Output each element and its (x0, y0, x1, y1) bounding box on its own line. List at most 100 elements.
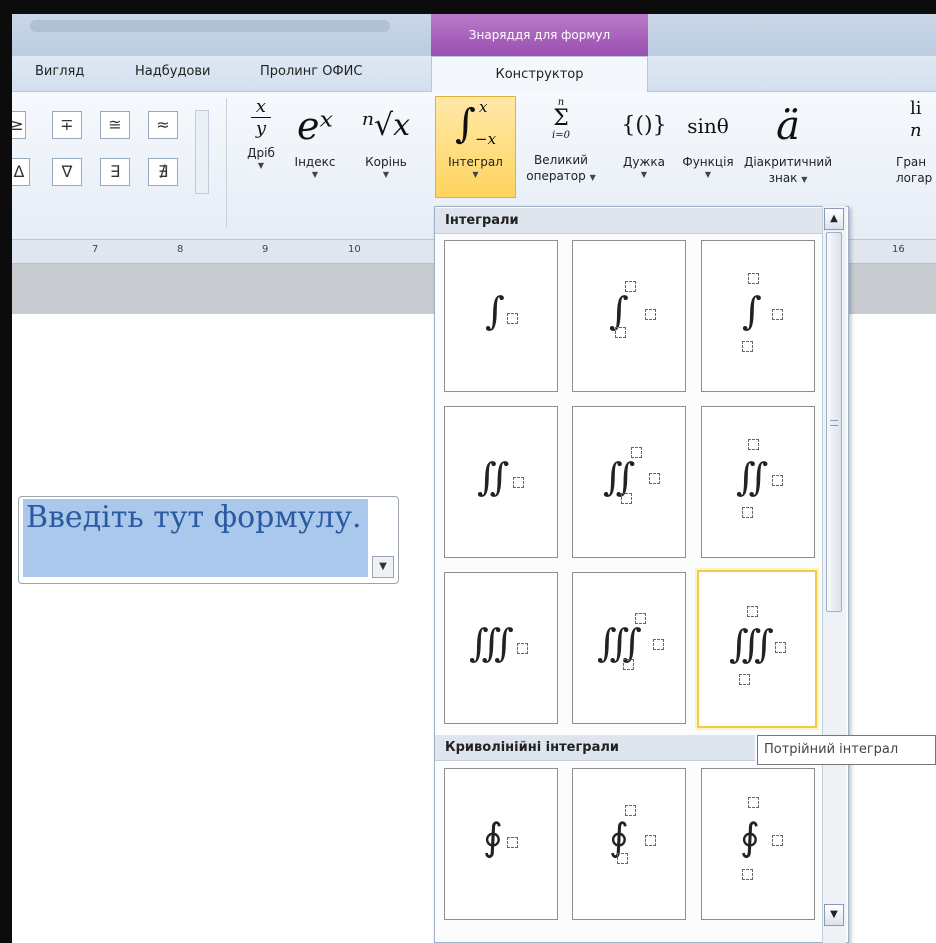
placeholder-box (645, 309, 656, 320)
gallery-item-double-integral-limits[interactable]: ∬ (701, 406, 815, 558)
tab-view[interactable]: Вигляд (35, 64, 84, 79)
gallery-section-contour-integrals: Криволінійні інтеграли (435, 735, 755, 761)
integral-glyph: ∫ (455, 101, 476, 147)
placeholder-box (742, 341, 753, 352)
placeholder-box (742, 869, 753, 880)
symbol-nabla[interactable]: ∇ (52, 158, 82, 186)
limit-log-button[interactable]: li n Гран логар (896, 98, 936, 186)
symbol-not-exists[interactable]: ∄ (148, 158, 178, 186)
large-operator-label: Великий (534, 153, 588, 167)
gallery-section-integrals: Інтеграли (435, 208, 822, 234)
gallery-item-double-integral-subsup[interactable]: ∬ (572, 406, 686, 558)
placeholder-box (742, 507, 753, 518)
placeholder-box (623, 659, 634, 670)
fraction-denominator: y (255, 118, 267, 139)
placeholder-box (507, 313, 518, 324)
gallery-item-contour-integral-subsup[interactable]: ∮ (572, 768, 686, 920)
gallery-item-integral[interactable]: ∫ (444, 240, 558, 392)
chevron-down-icon: ▼ (311, 170, 319, 179)
blurred-title (30, 20, 390, 32)
tab-addins[interactable]: Надбудови (135, 64, 211, 79)
accent-label2: знак ▼ (740, 170, 836, 188)
screen-edge-left (0, 0, 12, 943)
double-integral-sign-icon: ∬ (477, 455, 510, 499)
fraction-label: Дріб (247, 146, 275, 160)
placeholder-box (772, 475, 783, 486)
placeholder-box (748, 797, 759, 808)
symbol-minus-plus[interactable]: ∓ (52, 111, 82, 139)
equation-placeholder[interactable]: Введіть тут формулу. (26, 498, 362, 538)
gallery-item-triple-integral-limits[interactable]: ∭ (697, 570, 817, 728)
function-button[interactable]: sinθ Функція ▼ (676, 98, 740, 179)
placeholder-box (775, 642, 786, 653)
integral-sign-icon: ∫ (485, 289, 505, 333)
limit-glyph: li (910, 98, 922, 119)
gallery-item-integral-limits[interactable]: ∫ (701, 240, 815, 392)
radical-glyph: ⁿ√x (361, 108, 411, 143)
placeholder-box (615, 327, 626, 338)
symbol-approx[interactable]: ≈ (148, 111, 178, 139)
placeholder-box (739, 674, 750, 685)
integral-button[interactable]: ∫ x −x Інтеграл ▼ (435, 98, 516, 179)
integral-glyph-group: ∫ x −x (435, 98, 516, 154)
chevron-down-icon: ▼ (589, 173, 596, 182)
context-tab-equation-tools: Знаряддя для формул (431, 14, 648, 56)
script-glyph: eˣ (297, 104, 333, 148)
function-label: Функція (682, 155, 734, 169)
accent-glyph: ä (776, 103, 800, 149)
gallery-item-triple-integral[interactable]: ∭ (444, 572, 558, 724)
radical-label: Корінь (365, 155, 407, 169)
placeholder-box (517, 643, 528, 654)
placeholder-box (772, 835, 783, 846)
placeholder-box (513, 477, 524, 488)
placeholder-box (748, 273, 759, 284)
screen-edge-top (0, 0, 936, 14)
double-integral-sign-icon: ∬ (736, 455, 769, 499)
gallery-item-contour-integral[interactable]: ∮ (444, 768, 558, 920)
accent-button[interactable]: ä Діакритичний знак ▼ (740, 98, 836, 188)
integral-upper: x (479, 98, 488, 116)
placeholder-box (772, 309, 783, 320)
tab-proling[interactable]: Пролинг ОФИС (260, 64, 362, 79)
equation-options-button[interactable]: ▼ (372, 556, 394, 578)
integral-sign-icon: ∫ (742, 289, 762, 333)
chevron-down-icon: ▼ (472, 170, 479, 179)
gallery-item-triple-integral-subsup[interactable]: ∭ (572, 572, 686, 724)
bracket-button[interactable]: {()} Дужка ▼ (614, 98, 674, 179)
large-operator-label2: оператор ▼ (518, 168, 604, 186)
gallery-item-integral-subsup[interactable]: ∫ (572, 240, 686, 392)
gallery-item-contour-integral-limits[interactable]: ∮ (701, 768, 815, 920)
scroll-down-arrow-icon[interactable]: ▼ (824, 904, 844, 926)
placeholder-box (621, 493, 632, 504)
large-operator-button[interactable]: n Σ i=0 Великий оператор ▼ (518, 98, 604, 186)
placeholder-box (635, 613, 646, 624)
integral-label: Інтеграл (448, 155, 503, 169)
symbol-exists[interactable]: ∃ (100, 158, 130, 186)
limit-glyph2: n (910, 120, 922, 141)
accent-label2-text: знак (768, 171, 798, 185)
symbol-congruent[interactable]: ≅ (100, 111, 130, 139)
chevron-down-icon: ▼ (704, 170, 712, 179)
symbols-scrollbar[interactable] (195, 110, 209, 194)
contour-integral-sign-icon: ∮ (483, 815, 503, 859)
scroll-up-arrow-icon[interactable]: ▲ (824, 208, 844, 230)
triple-integral-sign-icon: ∭ (729, 622, 774, 666)
tooltip: Потрійний інтеграл (757, 735, 936, 765)
placeholder-box (625, 281, 636, 292)
ruler-mark: 16 (892, 244, 905, 255)
placeholder-box (625, 805, 636, 816)
placeholder-box (748, 439, 759, 450)
tab-design[interactable]: Конструктор (431, 56, 648, 93)
ruler-mark: 10 (348, 244, 361, 255)
placeholder-box (645, 835, 656, 846)
gallery-item-double-integral[interactable]: ∬ (444, 406, 558, 558)
bracket-label: Дужка (623, 155, 665, 169)
fraction-button[interactable]: x y Дріб ▼ (240, 96, 282, 171)
fraction-numerator: x (255, 96, 267, 117)
radical-button[interactable]: ⁿ√x Корінь ▼ (344, 98, 428, 179)
limit-label2: логар (896, 171, 933, 185)
script-button[interactable]: eˣ Індекс ▼ (288, 98, 342, 179)
function-glyph: sinθ (687, 114, 729, 138)
placeholder-box (631, 447, 642, 458)
placeholder-box (653, 639, 664, 650)
